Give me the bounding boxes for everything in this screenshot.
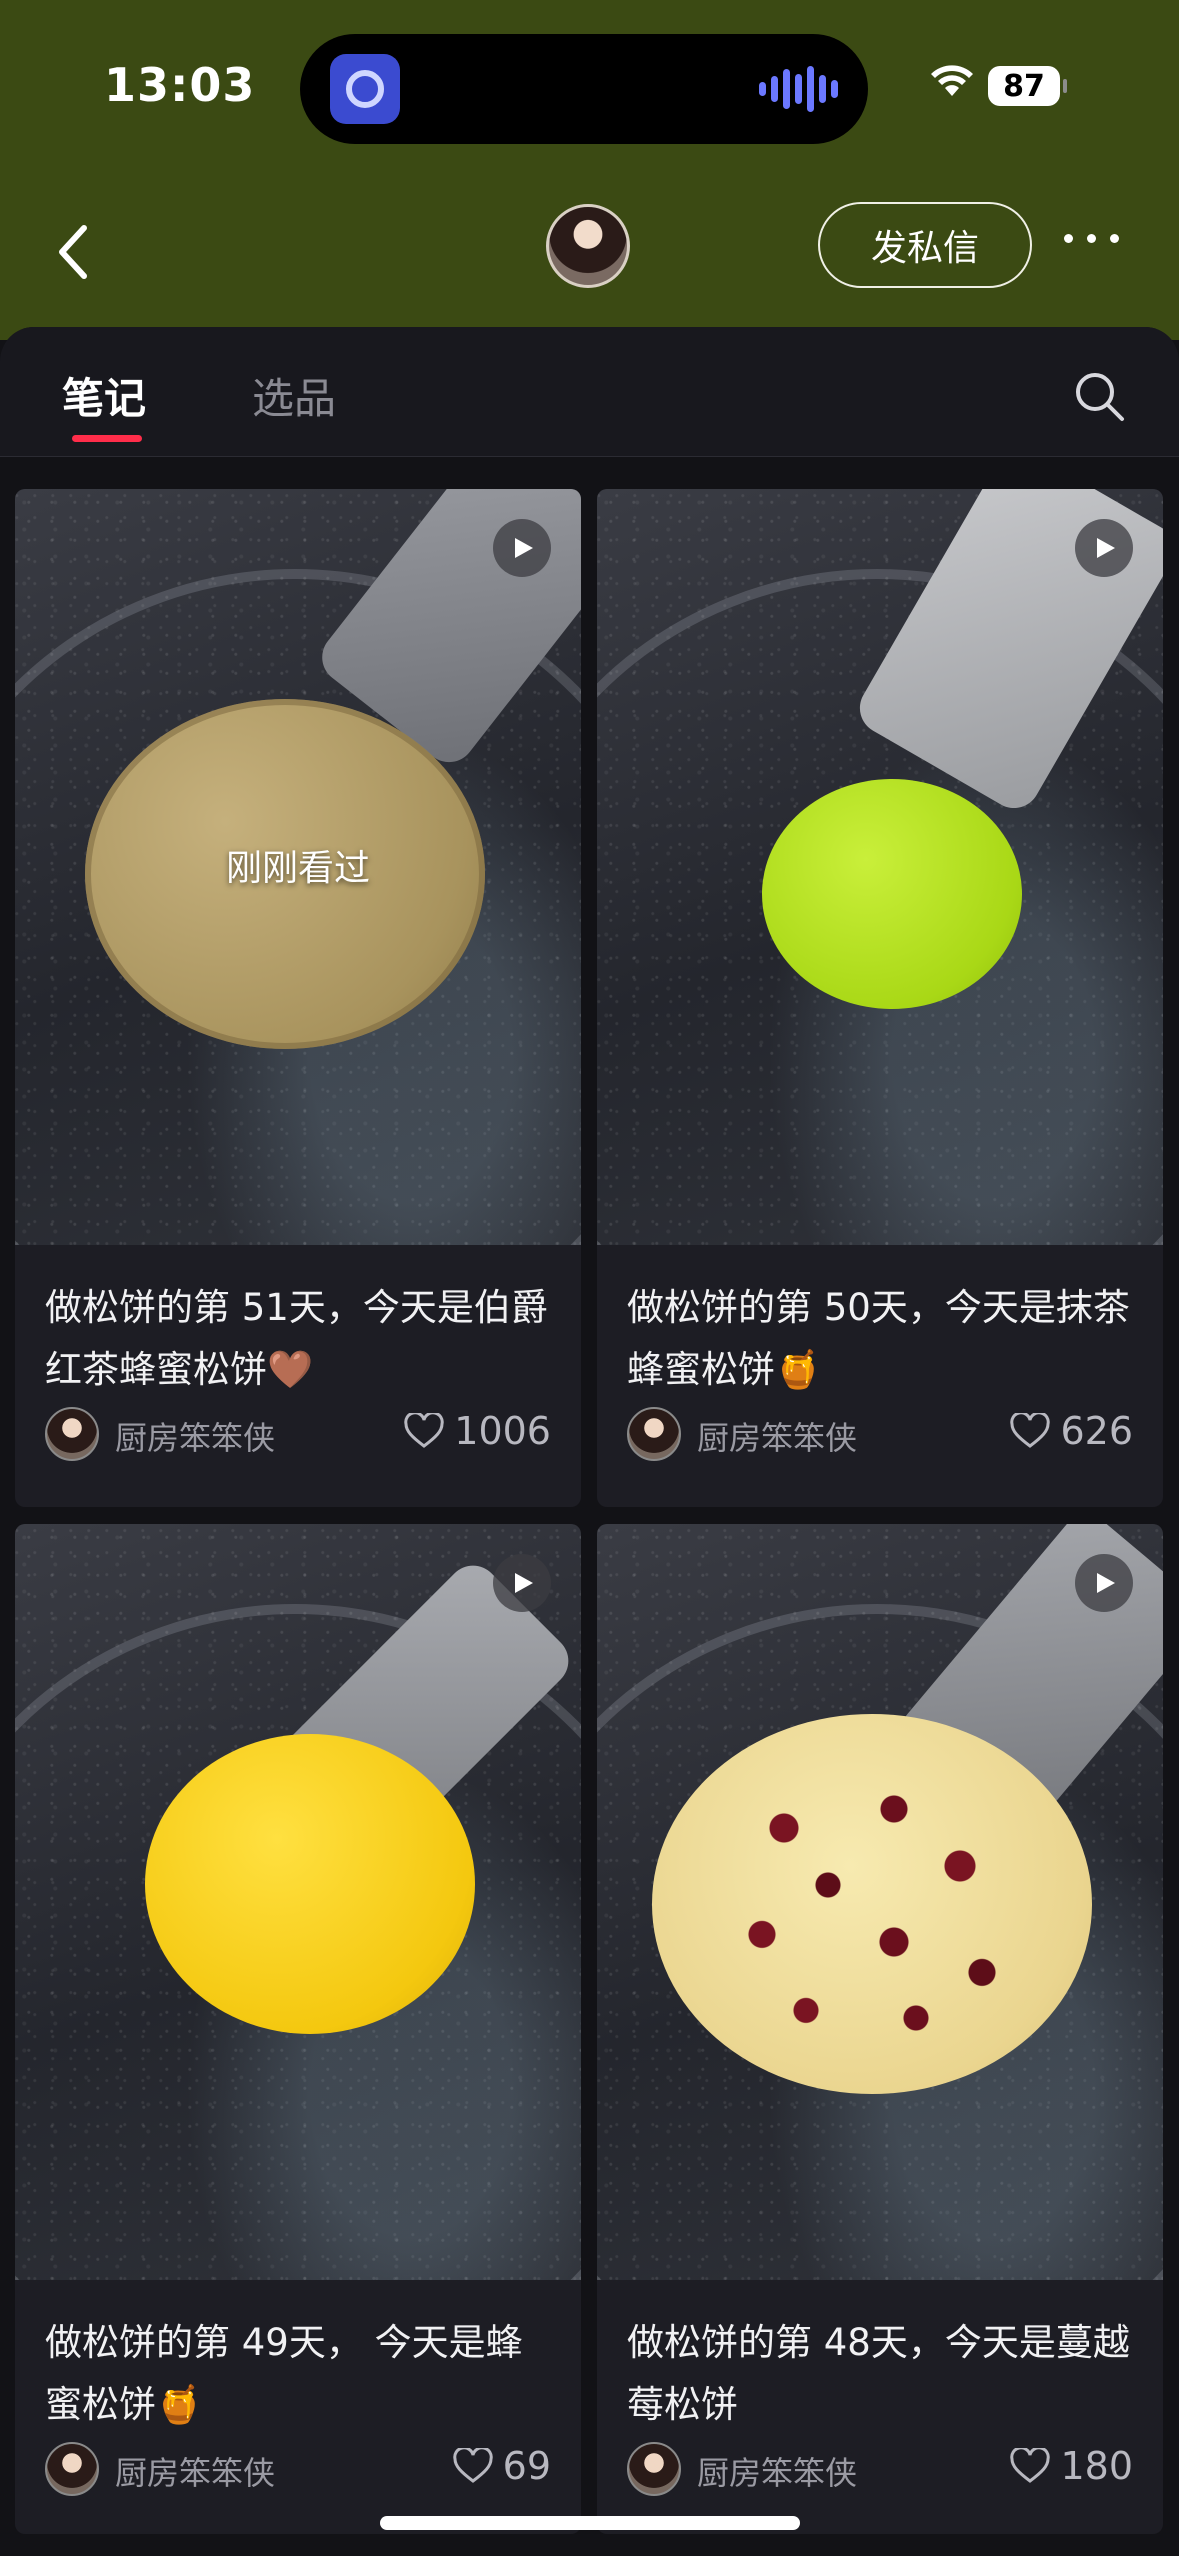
home-indicator[interactable] bbox=[380, 2516, 800, 2530]
like-button[interactable]: 180 bbox=[1010, 2444, 1133, 2488]
heart-icon bbox=[452, 2448, 493, 2483]
like-count: 1006 bbox=[454, 1409, 551, 1453]
app-icon bbox=[330, 54, 400, 124]
user-avatar[interactable] bbox=[546, 204, 630, 288]
nav-bar: 发私信 bbox=[0, 190, 1179, 300]
author-avatar bbox=[45, 2442, 99, 2496]
send-message-button[interactable]: 发私信 bbox=[818, 202, 1032, 288]
heart-icon bbox=[1010, 1413, 1051, 1448]
note-card[interactable]: 做松饼的第 49天， 今天是蜂蜜松饼🍯 厨房笨笨侠 69 bbox=[15, 1524, 581, 2534]
note-title: 做松饼的第 51天，今天是伯爵红茶蜂蜜松饼🤎 bbox=[45, 1286, 548, 1391]
note-cover-image: 刚刚看过 bbox=[15, 489, 581, 1245]
note-title: 做松饼的第 50天，今天是抹茶蜂蜜松饼🍯 bbox=[627, 1286, 1130, 1391]
more-icon[interactable] bbox=[1064, 234, 1119, 243]
like-count: 180 bbox=[1060, 2444, 1133, 2488]
note-cover-image bbox=[597, 489, 1163, 1245]
note-cover-image bbox=[597, 1524, 1163, 2280]
like-count: 69 bbox=[502, 2444, 551, 2488]
author-name: 厨房笨笨侠 bbox=[697, 1419, 858, 1457]
author-avatar bbox=[45, 1407, 99, 1461]
note-card[interactable]: 做松饼的第 50天，今天是抹茶蜂蜜松饼🍯 厨房笨笨侠 626 bbox=[597, 489, 1163, 1507]
note-title: 做松饼的第 49天， 今天是蜂蜜松饼🍯 bbox=[45, 2321, 523, 2426]
status-bar: 13:03 87 bbox=[0, 0, 1179, 170]
like-button[interactable]: 69 bbox=[452, 2444, 551, 2488]
content-sheet: 笔记 选品 刚刚看过 做松饼的第 51天，今天是伯爵红茶蜂蜜松饼🤎 厨房笨笨侠 … bbox=[0, 327, 1179, 2556]
author-avatar bbox=[627, 1407, 681, 1461]
like-button[interactable]: 1006 bbox=[404, 1409, 551, 1453]
video-play-icon bbox=[1075, 1554, 1133, 1612]
active-tab-indicator bbox=[72, 435, 142, 442]
video-play-icon bbox=[1075, 519, 1133, 577]
heart-icon bbox=[404, 1413, 444, 1448]
tab-notes[interactable]: 笔记 bbox=[62, 365, 146, 426]
author-avatar bbox=[627, 2442, 681, 2496]
tab-products[interactable]: 选品 bbox=[252, 365, 336, 426]
note-card[interactable]: 刚刚看过 做松饼的第 51天，今天是伯爵红茶蜂蜜松饼🤎 厨房笨笨侠 1006 bbox=[15, 489, 581, 1507]
dynamic-island[interactable] bbox=[300, 34, 868, 144]
audio-wave-icon bbox=[759, 66, 838, 112]
like-count: 626 bbox=[1060, 1409, 1133, 1453]
battery-indicator: 87 bbox=[988, 66, 1067, 106]
wifi-icon bbox=[931, 65, 973, 96]
search-icon[interactable] bbox=[1072, 369, 1126, 423]
heart-icon bbox=[1010, 2448, 1051, 2483]
note-cover-image bbox=[15, 1524, 581, 2280]
video-play-icon bbox=[493, 1554, 551, 1612]
author-name: 厨房笨笨侠 bbox=[115, 2454, 276, 2492]
note-title: 做松饼的第 48天，今天是蔓越莓松饼 bbox=[627, 2321, 1130, 2426]
author-name: 厨房笨笨侠 bbox=[697, 2454, 858, 2492]
tab-bar: 笔记 选品 bbox=[0, 327, 1179, 457]
author-name: 厨房笨笨侠 bbox=[115, 1419, 276, 1457]
recently-viewed-label: 刚刚看过 bbox=[225, 848, 370, 889]
status-time: 13:03 bbox=[104, 58, 256, 112]
like-button[interactable]: 626 bbox=[1010, 1409, 1133, 1453]
note-card[interactable]: 做松饼的第 48天，今天是蔓越莓松饼 厨房笨笨侠 180 bbox=[597, 1524, 1163, 2534]
back-icon[interactable] bbox=[50, 222, 100, 282]
video-play-icon bbox=[493, 519, 551, 577]
